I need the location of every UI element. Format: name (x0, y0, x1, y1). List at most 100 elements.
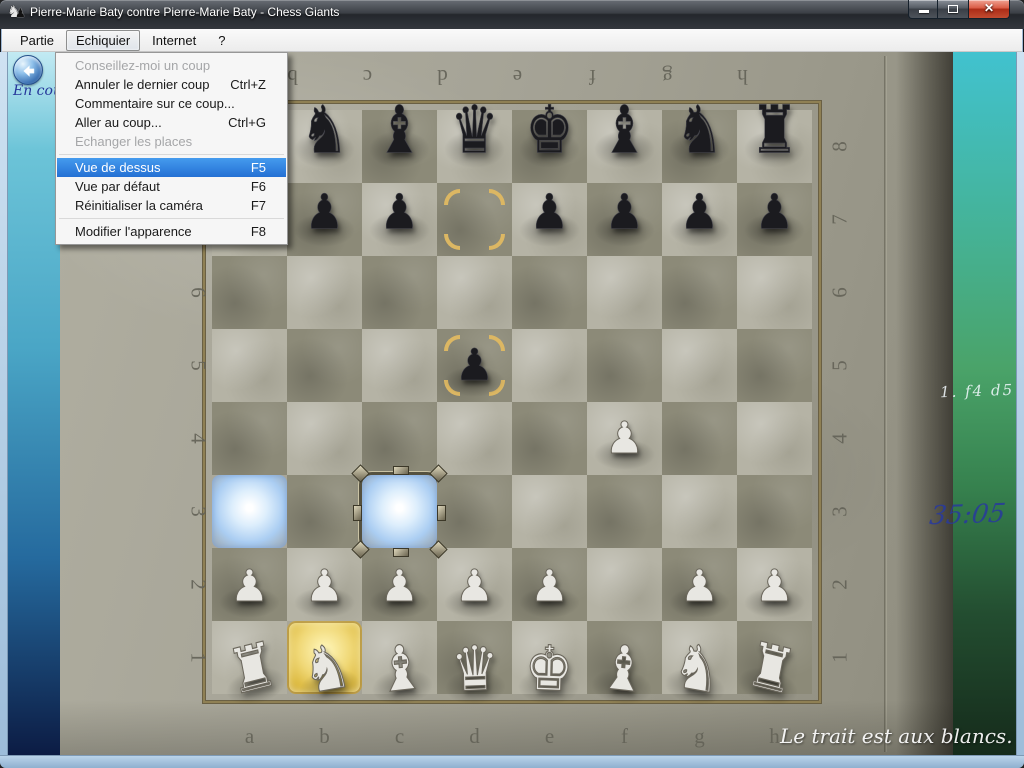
square-g5[interactable] (662, 329, 737, 402)
square-g6[interactable] (662, 256, 737, 329)
square-e6[interactable] (512, 256, 587, 329)
rank-label-left-4: 4 (162, 427, 235, 451)
piece-white-pawn-f4[interactable]: ♟ (587, 402, 662, 475)
backdrop-left-gradient (8, 52, 60, 755)
square-f2[interactable] (587, 548, 662, 621)
piece-white-pawn-b2[interactable]: ♟ (287, 550, 362, 623)
menu-item-conseillez-moi-un-coup[interactable]: Conseillez-moi un coup (57, 56, 286, 75)
menu-item-commentaire-sur-ce-coup[interactable]: Commentaire sur ce coup... (57, 94, 286, 113)
menubar-item-echiquier[interactable]: Echiquier (66, 30, 140, 51)
square-c4[interactable] (362, 402, 437, 475)
piece-black-king-e8[interactable]: ♚ (512, 85, 587, 174)
caption-buttons: ✕ (908, 0, 1010, 19)
piece-black-rook-h8[interactable]: ♜ (737, 85, 812, 174)
maximize-icon (948, 5, 958, 13)
square-g4[interactable] (662, 402, 737, 475)
piece-white-bishop-f1[interactable]: ♝ (582, 623, 663, 715)
piece-white-bishop-c1[interactable]: ♝ (360, 623, 441, 715)
piece-black-pawn-d5[interactable]: ♟ (437, 329, 512, 402)
menu-item-vue-par-d-faut[interactable]: Vue par défautF6 (57, 177, 286, 196)
square-e4[interactable] (512, 402, 587, 475)
maximize-button[interactable] (938, 0, 968, 19)
square-c5[interactable] (362, 329, 437, 402)
file-label-bottom-f: f (587, 724, 662, 749)
turn-message: Le trait est aux blancs. (780, 724, 1008, 748)
square-h5[interactable] (737, 329, 812, 402)
piece-white-rook-h1[interactable]: ♜ (727, 618, 816, 718)
square-e5[interactable] (512, 329, 587, 402)
echiquier-dropdown-menu: Conseillez-moi un coup Annuler le dernier… (55, 52, 288, 245)
square-h3[interactable] (737, 475, 812, 548)
piece-black-knight-b8[interactable]: ♞ (287, 85, 362, 174)
file-label-bottom-e: e (512, 724, 587, 749)
rank-label-right-8: 8 (804, 135, 877, 159)
piece-black-bishop-f8[interactable]: ♝ (587, 85, 662, 174)
piece-white-knight-g1[interactable]: ♞ (655, 620, 740, 716)
square-d7[interactable] (437, 183, 512, 256)
last-move-corner-marker (444, 189, 460, 205)
menu-item-aller-au-coup[interactable]: Aller au coup...Ctrl+G (57, 113, 286, 132)
menu-item-r-initialiser-la-cam-ra[interactable]: Réinitialiser la caméraF7 (57, 196, 286, 215)
square-f3[interactable] (587, 475, 662, 548)
file-label-bottom-a: a (212, 724, 287, 749)
back-button[interactable] (13, 55, 43, 85)
piece-black-knight-g8[interactable]: ♞ (662, 85, 737, 174)
window-border-bottom (0, 755, 1024, 768)
square-f6[interactable] (587, 256, 662, 329)
square-c3[interactable] (362, 475, 437, 548)
menu-item-label: Modifier l'apparence (75, 224, 192, 239)
piece-white-pawn-d2[interactable]: ♟ (437, 550, 512, 623)
square-b6[interactable] (287, 256, 362, 329)
menu-item-label: Annuler le dernier coup (75, 77, 209, 92)
menu-item-annuler-le-dernier-coup[interactable]: Annuler le dernier coup Ctrl+Z (57, 75, 286, 94)
clock: 35:05 (928, 499, 1008, 532)
piece-black-pawn-g7[interactable]: ♟ (662, 172, 737, 252)
square-b3[interactable] (287, 475, 362, 548)
piece-white-pawn-e2[interactable]: ♟ (512, 550, 587, 623)
piece-black-queen-d8[interactable]: ♛ (437, 85, 512, 174)
file-label-top-g: g (630, 64, 705, 89)
square-d3[interactable] (437, 475, 512, 548)
window-title: Pierre-Marie Baty contre Pierre-Marie Ba… (30, 5, 339, 19)
piece-black-bishop-c8[interactable]: ♝ (362, 85, 437, 174)
square-g3[interactable] (662, 475, 737, 548)
piece-white-pawn-h2[interactable]: ♟ (737, 550, 812, 623)
menu-item-label: Vue de dessus (75, 160, 161, 175)
piece-black-pawn-e7[interactable]: ♟ (512, 172, 587, 252)
rank-label-right-2: 2 (804, 573, 877, 597)
stone-groove-line (884, 56, 887, 752)
minimize-button[interactable] (908, 0, 938, 19)
piece-black-pawn-c7[interactable]: ♟ (362, 172, 437, 252)
menu-item-echanger-les-places[interactable]: Echanger les places (57, 132, 286, 151)
square-h6[interactable] (737, 256, 812, 329)
square-b4[interactable] (287, 402, 362, 475)
file-label-top-e: e (480, 64, 555, 89)
menubar-item-partie[interactable]: Partie (10, 30, 64, 51)
piece-white-pawn-c2[interactable]: ♟ (362, 550, 437, 623)
square-c6[interactable] (362, 256, 437, 329)
piece-black-pawn-h7[interactable]: ♟ (737, 172, 812, 252)
square-h4[interactable] (737, 402, 812, 475)
piece-black-pawn-b7[interactable]: ♟ (287, 172, 362, 252)
menubar-item-internet[interactable]: Internet (142, 30, 206, 51)
close-button[interactable]: ✕ (968, 0, 1010, 19)
menu-item-shortcut: Ctrl+G (228, 115, 266, 130)
square-f5[interactable] (587, 329, 662, 402)
window-border-right (1016, 52, 1024, 768)
menu-item-modifier-l-apparence[interactable]: Modifier l'apparenceF8 (57, 222, 286, 241)
piece-white-pawn-g2[interactable]: ♟ (662, 550, 737, 623)
file-label-top-c: c (330, 64, 405, 89)
piece-white-king-e1[interactable]: ♚ (510, 625, 587, 712)
menu-item-shortcut: Ctrl+Z (230, 77, 266, 92)
square-b5[interactable] (287, 329, 362, 402)
piece-white-queen-d1[interactable]: ♛ (436, 625, 513, 712)
menubar-item-aide[interactable]: ? (208, 30, 235, 51)
square-d4[interactable] (437, 402, 512, 475)
menu-item-label: Conseillez-moi un coup (75, 58, 210, 73)
menu-item-vue-de-dessus[interactable]: Vue de dessusF5 (57, 158, 286, 177)
square-e3[interactable] (512, 475, 587, 548)
rank-label-right-4: 4 (804, 427, 877, 451)
square-d6[interactable] (437, 256, 512, 329)
piece-white-knight-b1[interactable]: ♞ (284, 620, 369, 716)
piece-black-pawn-f7[interactable]: ♟ (587, 172, 662, 252)
